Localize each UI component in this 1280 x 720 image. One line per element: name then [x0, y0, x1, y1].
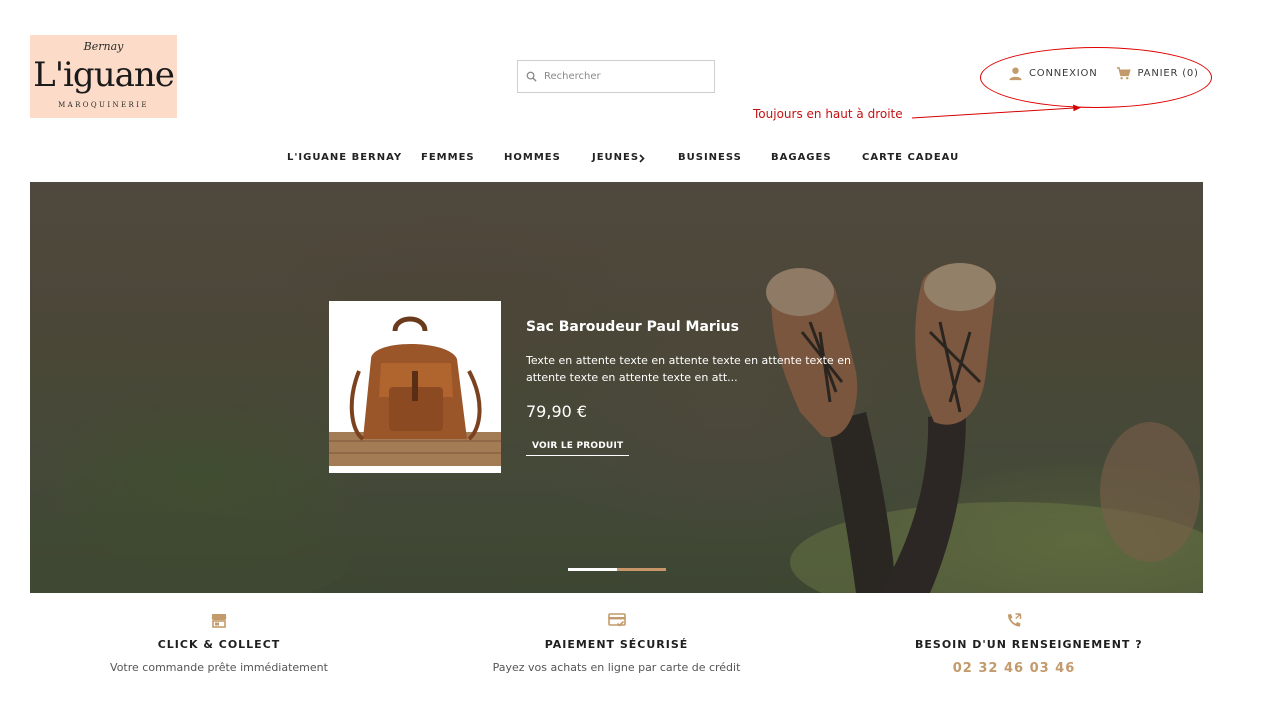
- slide-indicator-2[interactable]: [617, 568, 666, 571]
- feature-subtitle: Votre commande prête immédiatement: [110, 661, 328, 674]
- hero-description: Texte en attente texte en attente texte …: [526, 354, 851, 384]
- search-input[interactable]: [544, 71, 704, 82]
- nav-item-business[interactable]: BUSINESS: [678, 152, 742, 163]
- feature-title: BESOIN D'UN RENSEIGNEMENT ?: [915, 638, 1143, 651]
- search-icon[interactable]: [518, 71, 544, 82]
- credit-card-icon: [607, 613, 626, 627]
- hero-slider[interactable]: Sac Baroudeur Paul Marius Texte en atten…: [30, 182, 1203, 593]
- nav-item-liguane-bernay[interactable]: L'IGUANE BERNAY: [287, 152, 402, 163]
- nav-item-bagages[interactable]: BAGAGES: [771, 152, 832, 163]
- hero-title: Sac Baroudeur Paul Marius: [526, 319, 739, 335]
- nav-item-hommes[interactable]: HOMMES: [504, 152, 561, 163]
- phone-icon: [1007, 613, 1022, 627]
- feature-contact: BESOIN D'UN RENSEIGNEMENT ? 02 32 46 03 …: [915, 613, 1143, 676]
- search-box[interactable]: [517, 60, 715, 93]
- logo-subtitle: MAROQUINERIE: [58, 101, 149, 109]
- nav-item-femmes[interactable]: FEMMES: [421, 152, 475, 163]
- hero-background-image: [30, 263, 1203, 593]
- logo-brand: L'iguane: [33, 55, 175, 95]
- site-logo[interactable]: Bernay L'iguane MAROQUINERIE: [30, 35, 177, 118]
- slider-pagination: [568, 568, 666, 571]
- contact-phone-number[interactable]: 02 32 46 03 46: [915, 661, 1113, 676]
- chevron-right-icon[interactable]: [639, 154, 645, 163]
- product-image[interactable]: [329, 301, 501, 473]
- annotation-ellipse: [980, 47, 1212, 108]
- feature-subtitle: Payez vos achats en ligne par carte de c…: [492, 661, 741, 674]
- store-icon: [211, 614, 227, 628]
- feature-title: PAIEMENT SÉCURISÉ: [544, 638, 689, 651]
- feature-secure-payment: PAIEMENT SÉCURISÉ Payez vos achats en li…: [487, 613, 746, 674]
- hero-price: 79,90 €: [526, 402, 588, 421]
- feature-title: CLICK & COLLECT: [157, 638, 281, 651]
- feature-click-collect: CLICK & COLLECT Votre commande prête imm…: [103, 613, 335, 674]
- logo-tagline: Bernay: [83, 40, 124, 53]
- nav-item-carte-cadeau[interactable]: CARTE CADEAU: [862, 152, 959, 163]
- slide-indicator-1[interactable]: [568, 568, 617, 571]
- annotation-note: Toujours en haut à droite: [753, 107, 903, 121]
- main-nav: L'IGUANE BERNAY FEMMES HOMMES JEUNES BUS…: [0, 152, 1280, 168]
- view-product-button[interactable]: VOIR LE PRODUIT: [526, 441, 630, 456]
- nav-item-jeunes[interactable]: JEUNES: [592, 152, 639, 163]
